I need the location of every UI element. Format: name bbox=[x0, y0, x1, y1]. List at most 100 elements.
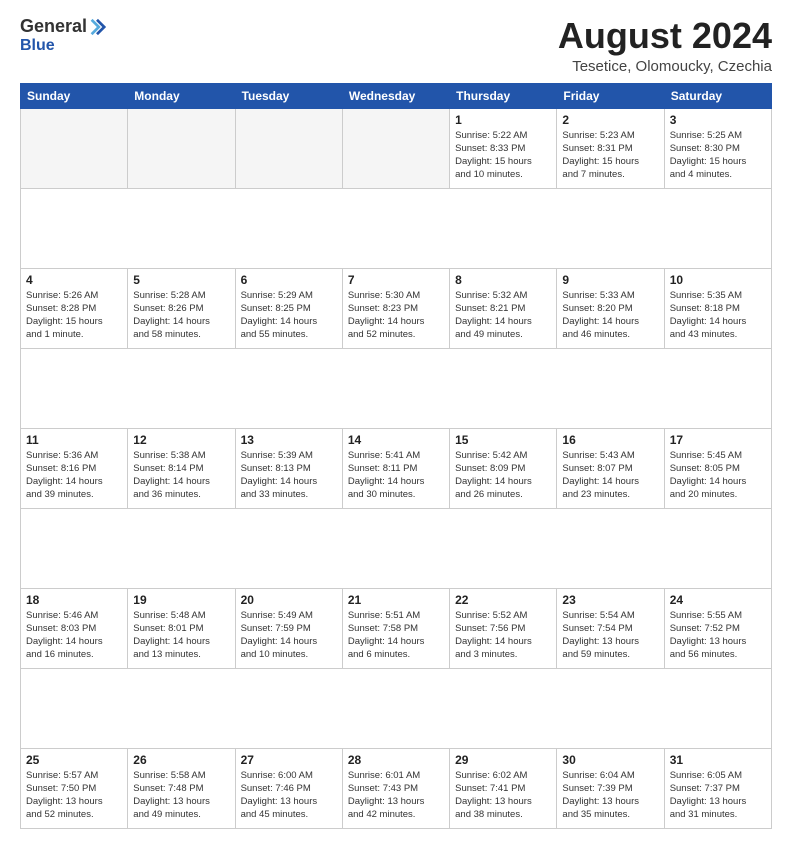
day-info: Sunrise: 5:30 AM Sunset: 8:23 PM Dayligh… bbox=[348, 289, 444, 342]
calendar-day-cell: 28Sunrise: 6:01 AM Sunset: 7:43 PM Dayli… bbox=[342, 748, 449, 828]
day-number: 7 bbox=[348, 273, 444, 287]
day-number: 1 bbox=[455, 113, 551, 127]
day-number: 6 bbox=[241, 273, 337, 287]
calendar-day-cell: 3Sunrise: 5:25 AM Sunset: 8:30 PM Daylig… bbox=[664, 108, 771, 188]
calendar-header-day: Saturday bbox=[664, 83, 771, 108]
calendar-day-cell: 26 Sunrise: 5:58 AM Sunset: 7:48 PM Dayli… bbox=[128, 748, 235, 828]
calendar-day-cell: 22 Sunrise: 5:52 AM Sunset: 7:56 PM Dayli… bbox=[450, 588, 557, 668]
calendar-day-cell: 13 Sunrise: 5:39 AM Sunset: 8:13 PM Dayli… bbox=[235, 428, 342, 508]
day-info: Sunrise: 5:26 AM Sunset: 8:28 PM Dayligh… bbox=[26, 289, 122, 342]
day-number: 10 bbox=[670, 273, 766, 287]
calendar-day-cell: 23 Sunrise: 5:54 AM Sunset: 7:54 PM Dayli… bbox=[557, 588, 664, 668]
logo: General Blue bbox=[20, 16, 107, 55]
calendar-day-cell: 11 Sunrise: 5:36 AM Sunset: 8:16 PM Dayli… bbox=[21, 428, 128, 508]
calendar-day-cell: 16Sunrise: 5:43 AM Sunset: 8:07 PM Dayli… bbox=[557, 428, 664, 508]
day-number: 29 bbox=[455, 753, 551, 767]
day-number: 23 bbox=[562, 593, 658, 607]
calendar-day-cell bbox=[21, 108, 128, 188]
day-number: 12 bbox=[133, 433, 229, 447]
day-info: Sunrise: 5:36 AM Sunset: 8:16 PM Dayligh… bbox=[26, 449, 122, 502]
calendar-day-cell: 29 Sunrise: 6:02 AM Sunset: 7:41 PM Dayli… bbox=[450, 748, 557, 828]
day-info: Sunrise: 6:00 AM Sunset: 7:46 PM Dayligh… bbox=[241, 769, 337, 822]
day-info: Sunrise: 5:32 AM Sunset: 8:21 PM Dayligh… bbox=[455, 289, 551, 342]
day-number: 9 bbox=[562, 273, 658, 287]
day-number: 14 bbox=[348, 433, 444, 447]
day-number: 24 bbox=[670, 593, 766, 607]
calendar-header-day: Monday bbox=[128, 83, 235, 108]
calendar-day-cell: 15 Sunrise: 5:42 AM Sunset: 8:09 PM Dayli… bbox=[450, 428, 557, 508]
calendar-day-cell: 4Sunrise: 5:26 AM Sunset: 8:28 PM Daylig… bbox=[21, 268, 128, 348]
calendar-day-cell: 21Sunrise: 5:51 AM Sunset: 7:58 PM Dayli… bbox=[342, 588, 449, 668]
calendar-day-cell: 5 Sunrise: 5:28 AM Sunset: 8:26 PM Daylig… bbox=[128, 268, 235, 348]
day-info: Sunrise: 5:28 AM Sunset: 8:26 PM Dayligh… bbox=[133, 289, 229, 342]
calendar-day-cell: 6Sunrise: 5:29 AM Sunset: 8:25 PM Daylig… bbox=[235, 268, 342, 348]
day-number: 15 bbox=[455, 433, 551, 447]
logo-blue: Blue bbox=[20, 37, 55, 55]
day-number: 27 bbox=[241, 753, 337, 767]
day-info: Sunrise: 6:05 AM Sunset: 7:37 PM Dayligh… bbox=[670, 769, 766, 822]
calendar-week-row: 11 Sunrise: 5:36 AM Sunset: 8:16 PM Dayli… bbox=[21, 428, 772, 508]
calendar-day-cell: 27 Sunrise: 6:00 AM Sunset: 7:46 PM Dayli… bbox=[235, 748, 342, 828]
title-block: August 2024 Tesetice, Olomoucky, Czechia bbox=[558, 16, 772, 75]
calendar-day-cell: 9Sunrise: 5:33 AM Sunset: 8:20 PM Daylig… bbox=[557, 268, 664, 348]
subtitle: Tesetice, Olomoucky, Czechia bbox=[558, 58, 772, 75]
day-number: 18 bbox=[26, 593, 122, 607]
day-number: 11 bbox=[26, 433, 122, 447]
week-divider bbox=[21, 508, 772, 588]
calendar-week-row: 1Sunrise: 5:22 AM Sunset: 8:33 PM Daylig… bbox=[21, 108, 772, 188]
calendar-day-cell: 18 Sunrise: 5:46 AM Sunset: 8:03 PM Dayli… bbox=[21, 588, 128, 668]
calendar-week-row: 25 Sunrise: 5:57 AM Sunset: 7:50 PM Dayli… bbox=[21, 748, 772, 828]
calendar-day-cell: 7 Sunrise: 5:30 AM Sunset: 8:23 PM Daylig… bbox=[342, 268, 449, 348]
calendar: SundayMondayTuesdayWednesdayThursdayFrid… bbox=[20, 83, 772, 829]
calendar-header-day: Tuesday bbox=[235, 83, 342, 108]
header: General Blue August 2024 Tesetice, Olomo… bbox=[20, 16, 772, 75]
calendar-week-row: 18 Sunrise: 5:46 AM Sunset: 8:03 PM Dayli… bbox=[21, 588, 772, 668]
day-number: 13 bbox=[241, 433, 337, 447]
calendar-day-cell: 25 Sunrise: 5:57 AM Sunset: 7:50 PM Dayli… bbox=[21, 748, 128, 828]
day-info: Sunrise: 5:41 AM Sunset: 8:11 PM Dayligh… bbox=[348, 449, 444, 502]
calendar-header-day: Thursday bbox=[450, 83, 557, 108]
week-divider bbox=[21, 668, 772, 748]
day-number: 22 bbox=[455, 593, 551, 607]
calendar-header-day: Friday bbox=[557, 83, 664, 108]
calendar-day-cell: 12 Sunrise: 5:38 AM Sunset: 8:14 PM Dayli… bbox=[128, 428, 235, 508]
day-number: 30 bbox=[562, 753, 658, 767]
logo-icon bbox=[88, 18, 106, 36]
calendar-day-cell bbox=[128, 108, 235, 188]
day-number: 21 bbox=[348, 593, 444, 607]
calendar-day-cell: 8Sunrise: 5:32 AM Sunset: 8:21 PM Daylig… bbox=[450, 268, 557, 348]
calendar-day-cell: 24 Sunrise: 5:55 AM Sunset: 7:52 PM Dayli… bbox=[664, 588, 771, 668]
calendar-day-cell: 19Sunrise: 5:48 AM Sunset: 8:01 PM Dayli… bbox=[128, 588, 235, 668]
calendar-day-cell bbox=[342, 108, 449, 188]
day-info: Sunrise: 5:52 AM Sunset: 7:56 PM Dayligh… bbox=[455, 609, 551, 662]
day-info: Sunrise: 5:46 AM Sunset: 8:03 PM Dayligh… bbox=[26, 609, 122, 662]
calendar-day-cell: 1Sunrise: 5:22 AM Sunset: 8:33 PM Daylig… bbox=[450, 108, 557, 188]
day-number: 16 bbox=[562, 433, 658, 447]
day-info: Sunrise: 5:57 AM Sunset: 7:50 PM Dayligh… bbox=[26, 769, 122, 822]
page: General Blue August 2024 Tesetice, Olomo… bbox=[0, 0, 792, 845]
week-divider bbox=[21, 188, 772, 268]
day-number: 5 bbox=[133, 273, 229, 287]
day-number: 26 bbox=[133, 753, 229, 767]
main-title: August 2024 bbox=[558, 16, 772, 56]
day-number: 3 bbox=[670, 113, 766, 127]
logo-general: General bbox=[20, 16, 87, 37]
day-info: Sunrise: 5:35 AM Sunset: 8:18 PM Dayligh… bbox=[670, 289, 766, 342]
day-number: 25 bbox=[26, 753, 122, 767]
day-info: Sunrise: 5:42 AM Sunset: 8:09 PM Dayligh… bbox=[455, 449, 551, 502]
day-info: Sunrise: 6:02 AM Sunset: 7:41 PM Dayligh… bbox=[455, 769, 551, 822]
day-info: Sunrise: 5:38 AM Sunset: 8:14 PM Dayligh… bbox=[133, 449, 229, 502]
day-info: Sunrise: 5:39 AM Sunset: 8:13 PM Dayligh… bbox=[241, 449, 337, 502]
day-info: Sunrise: 5:49 AM Sunset: 7:59 PM Dayligh… bbox=[241, 609, 337, 662]
day-number: 28 bbox=[348, 753, 444, 767]
day-info: Sunrise: 5:54 AM Sunset: 7:54 PM Dayligh… bbox=[562, 609, 658, 662]
day-info: Sunrise: 5:45 AM Sunset: 8:05 PM Dayligh… bbox=[670, 449, 766, 502]
day-info: Sunrise: 5:58 AM Sunset: 7:48 PM Dayligh… bbox=[133, 769, 229, 822]
day-number: 31 bbox=[670, 753, 766, 767]
day-info: Sunrise: 5:55 AM Sunset: 7:52 PM Dayligh… bbox=[670, 609, 766, 662]
day-info: Sunrise: 6:04 AM Sunset: 7:39 PM Dayligh… bbox=[562, 769, 658, 822]
week-divider bbox=[21, 348, 772, 428]
calendar-day-cell: 17Sunrise: 5:45 AM Sunset: 8:05 PM Dayli… bbox=[664, 428, 771, 508]
day-number: 19 bbox=[133, 593, 229, 607]
calendar-header-day: Wednesday bbox=[342, 83, 449, 108]
